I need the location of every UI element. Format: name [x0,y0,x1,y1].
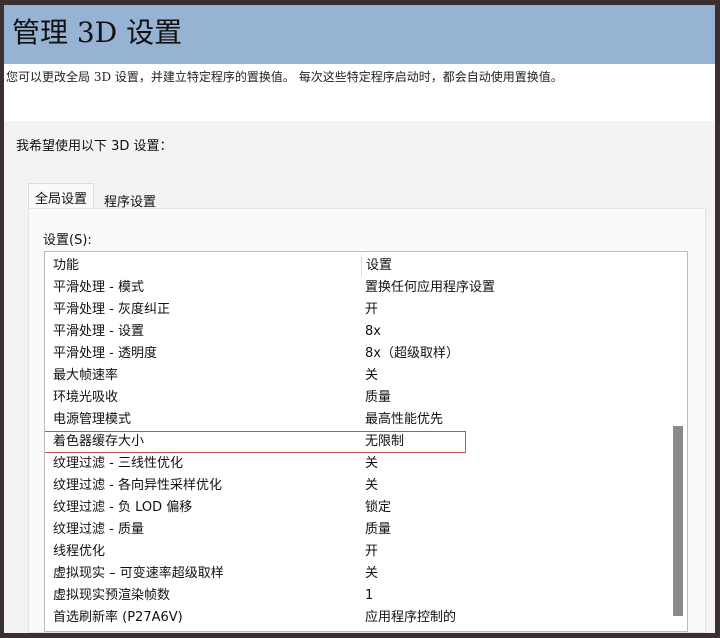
feature-cell: 环境光吸收 [53,390,119,405]
table-row[interactable]: 平滑处理 - 灰度纠正 开 [45,299,675,321]
description: 您可以更改全局 3D 设置，并建立特定程序的置换值。 每次这些特定程序启动时，都… [6,70,563,84]
table-row[interactable]: 纹理过滤 - 质量 质量 [45,519,675,541]
header-banner: 管理 3D 设置 [4,5,715,64]
setting-cell[interactable]: 最高性能优先 [365,409,443,431]
setting-cell[interactable]: 关 [365,475,378,497]
setting-cell[interactable]: 开 [365,541,378,563]
table-row[interactable]: 环境光吸收 质量 [45,387,675,409]
column-header-row: 功能 设置 [45,255,675,277]
setting-cell[interactable]: 无限制 [365,431,404,453]
feature-cell: 纹理过滤 - 三线性优化 [53,456,183,471]
table-row[interactable]: 电源管理模式 最高性能优先 [45,409,675,431]
table-row[interactable]: 首选刷新率 (P27A6V) 应用程序控制的 [45,607,675,629]
settings-list[interactable]: 功能 设置 平滑处理 - 模式 置换任何应用程序设置 平滑处理 - 灰度纠正开平滑处… [44,251,688,632]
feature-cell: 平滑处理 - 设置 [53,324,144,339]
tab-panel: 设置(S): 功能 设置 平滑处理 - 模式 置换任何应用程序设置 平滑处理 - 灰… [28,208,706,633]
feature-cell: 纹理过滤 - 各向异性采样优化 [53,478,222,493]
table-row[interactable]: 纹理过滤 - 负 LOD 偏移 锁定 [45,497,675,519]
feature-cell: 电源管理模式 [53,412,132,427]
setting-cell[interactable]: 8x（超级取样） [365,343,459,365]
setting-cell[interactable]: 1 [365,585,373,607]
table-row[interactable]: 最大帧速率 关 [45,365,675,387]
feature-cell: 着色器缓存大小 [53,434,145,449]
feature-cell: 最大帧速率 [53,368,119,383]
feature-cell: 平滑处理 - 透明度 [53,346,157,361]
feature-cell: 虚拟现实预渲染帧数 [53,588,171,603]
manage-3d-settings-window: 管理 3D 设置 您可以更改全局 3D 设置，并建立特定程序的置换值。 每次这些… [4,5,715,633]
feature-cell: 纹理过滤 - 质量 [53,522,144,537]
table-row[interactable]: 平滑处理 - 透明度 8x（超级取样） [45,343,675,365]
setting-cell[interactable]: 应用程序控制的 [365,607,456,629]
settings-label: 设置(S): [43,233,92,248]
feature-cell: 平滑处理 - 模式 [53,280,144,295]
table-row[interactable]: 纹理过滤 - 三线性优化 关 [45,453,675,475]
setting-cell[interactable]: 关 [365,563,378,585]
setting-cell[interactable]: 关 [365,453,378,475]
table-row[interactable]: 纹理过滤 - 各向异性采样优化 关 [45,475,675,497]
setting-cell[interactable]: 8x [365,321,381,343]
table-row[interactable]: 虚拟现实 – 可变速率超级取样 关 [45,563,675,585]
table-row[interactable]: 着色器缓存大小 无限制 [45,431,675,453]
table-row[interactable]: 平滑处理 - 模式 置换任何应用程序设置 [45,277,675,299]
setting-cell[interactable]: 关 [365,365,378,387]
feature-cell: 纹理过滤 - 负 LOD 偏移 [53,500,193,515]
column-header-setting[interactable]: 设置 [361,255,392,277]
setting-cell[interactable]: 置换任何应用程序设置 [365,277,495,299]
table-row[interactable]: 平滑处理 - 设置 8x [45,321,675,343]
column-header-feature[interactable]: 功能 [53,255,79,277]
setting-cell[interactable]: 开 [365,299,378,321]
table-row[interactable]: 线程优化 开 [45,541,675,563]
setting-cell[interactable]: 锁定 [365,497,391,519]
feature-cell: 首选刷新率 (P27A6V) [53,610,183,625]
feature-cell: 线程优化 [53,544,106,559]
feature-cell: 平滑处理 - 灰度纠正 [53,302,170,317]
tab-global-settings[interactable]: 全局设置 [28,183,95,209]
setting-cell[interactable]: 质量 [365,387,391,409]
page-title: 管理 3D 设置 [12,16,183,49]
table-row[interactable]: 虚拟现实预渲染帧数 1 [45,585,675,607]
feature-cell: 虚拟现实 – 可变速率超级取样 [53,566,224,581]
setting-cell[interactable]: 质量 [365,519,391,541]
prompt-label: 我希望使用以下 3D 设置： [16,139,173,154]
